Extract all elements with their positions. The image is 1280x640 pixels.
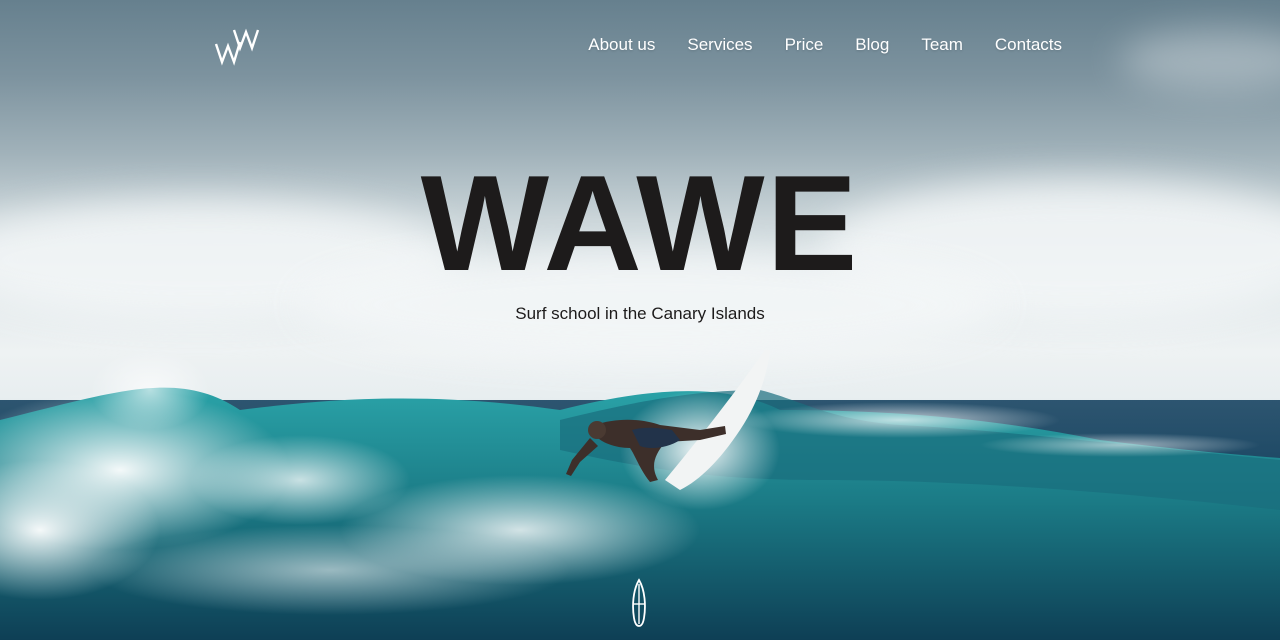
wawe-logo-icon[interactable] (214, 28, 262, 66)
main-nav: About us Services Price Blog Team Contac… (588, 34, 1062, 56)
nav-price[interactable]: Price (785, 34, 824, 56)
nav-about-us[interactable]: About us (588, 34, 655, 56)
nav-contacts[interactable]: Contacts (995, 34, 1062, 56)
surfboard-scroll-icon[interactable] (630, 578, 648, 628)
hero-title: WAWE (420, 147, 860, 299)
nav-services[interactable]: Services (687, 34, 752, 56)
nav-team[interactable]: Team (921, 34, 963, 56)
hero-subtitle: Surf school in the Canary Islands (515, 304, 765, 323)
nav-blog[interactable]: Blog (855, 34, 889, 56)
cloud (1120, 30, 1280, 90)
